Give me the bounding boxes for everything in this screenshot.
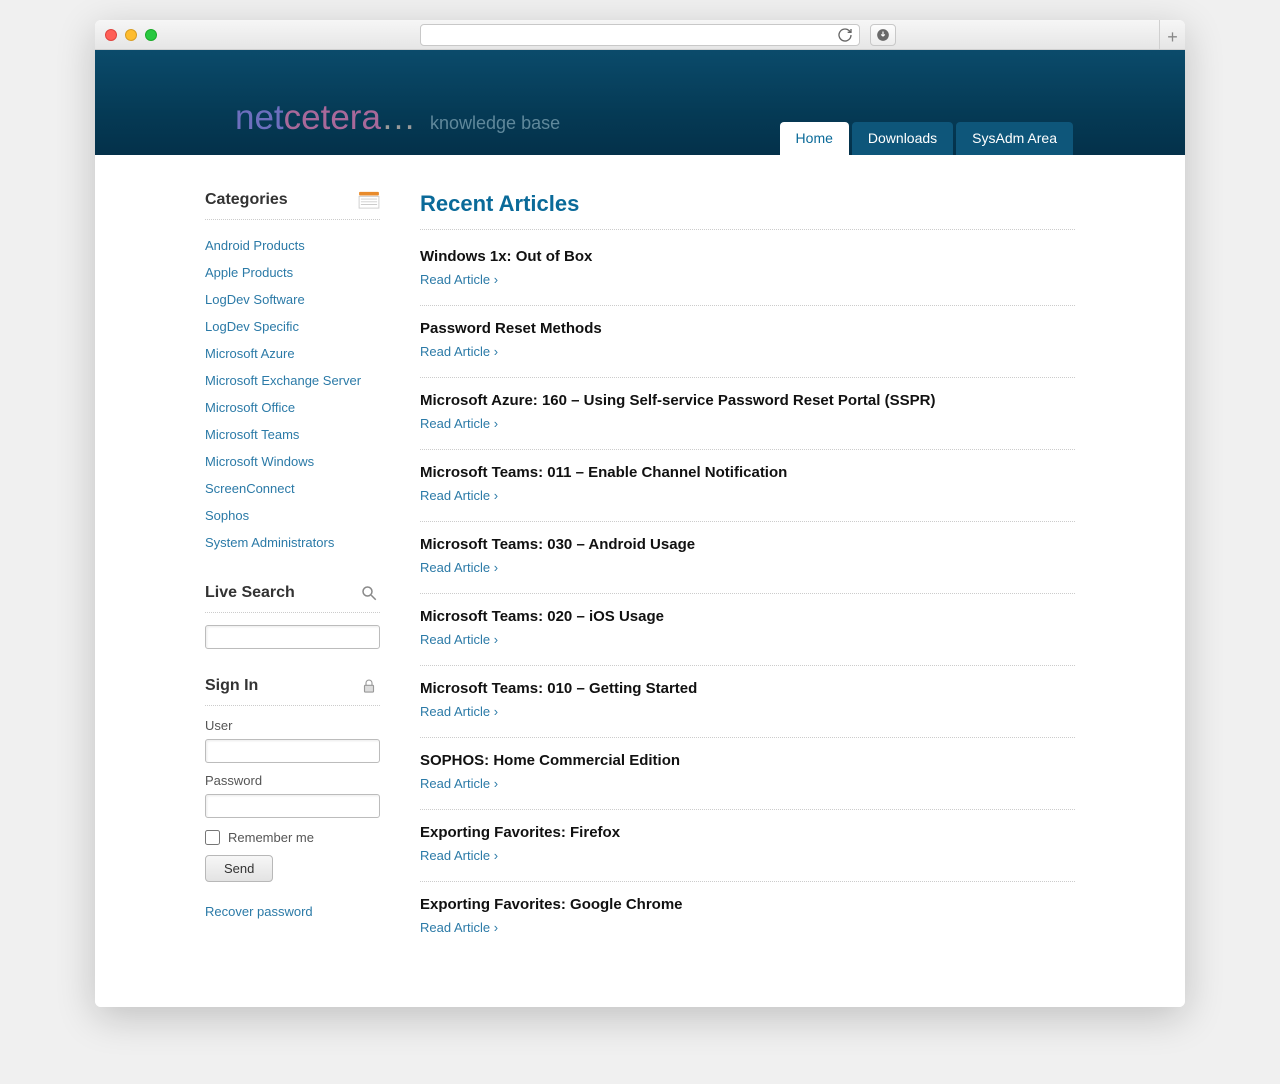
categories-icon [358,191,380,209]
read-article-link[interactable]: Read Article › [420,272,498,287]
article-title: Microsoft Teams: 020 – iOS Usage [420,608,1075,625]
read-article-link[interactable]: Read Article › [420,416,498,431]
signin-title-text: Sign In [205,677,258,695]
category-item[interactable]: ScreenConnect [205,475,380,502]
user-input[interactable] [205,739,380,763]
lock-icon [358,677,380,695]
article-item: Microsoft Teams: 010 – Getting Started R… [420,680,1075,738]
article-item: Microsoft Azure: 160 – Using Self-servic… [420,392,1075,450]
article-item: Password Reset Methods Read Article › [420,320,1075,378]
reload-icon[interactable] [837,27,853,43]
category-item[interactable]: LogDev Software [205,286,380,313]
article-item: Windows 1x: Out of Box Read Article › [420,248,1075,306]
category-item[interactable]: System Administrators [205,529,380,556]
new-tab-button[interactable]: + [1159,20,1185,50]
brand-logo[interactable]: netcetera… [235,98,416,138]
article-title: Microsoft Teams: 011 – Enable Channel No… [420,464,1075,481]
article-item: SOPHOS: Home Commercial Edition Read Art… [420,752,1075,810]
search-heading: Live Search [205,584,380,613]
sidebar: Categories Android Products Apple Produc… [205,191,380,967]
article-title: Microsoft Teams: 030 – Android Usage [420,536,1075,553]
remember-row: Remember me [205,830,380,845]
read-article-link[interactable]: Read Article › [420,560,498,575]
site-header: netcetera… knowledge base Home Downloads… [95,50,1185,155]
read-article-link[interactable]: Read Article › [420,848,498,863]
read-article-link[interactable]: Read Article › [420,704,498,719]
remember-checkbox[interactable] [205,830,220,845]
nav-tabs: Home Downloads SysAdm Area [780,122,1073,155]
article-title: Exporting Favorites: Firefox [420,824,1075,841]
category-item[interactable]: Apple Products [205,259,380,286]
download-icon [876,28,890,42]
categories-heading: Categories [205,191,380,220]
search-input[interactable] [205,625,380,649]
brand-dots: … [381,98,416,137]
tagline: knowledge base [430,113,560,134]
read-article-link[interactable]: Read Article › [420,776,498,791]
category-item[interactable]: Microsoft Windows [205,448,380,475]
main-content: Recent Articles Windows 1x: Out of Box R… [420,191,1075,967]
tab-home[interactable]: Home [780,122,849,155]
article-item: Exporting Favorites: Google Chrome Read … [420,896,1075,953]
article-title: Password Reset Methods [420,320,1075,337]
category-item[interactable]: LogDev Specific [205,313,380,340]
article-item: Exporting Favorites: Firefox Read Articl… [420,824,1075,882]
password-label: Password [205,773,380,788]
address-bar[interactable] [420,24,860,46]
article-item: Microsoft Teams: 011 – Enable Channel No… [420,464,1075,522]
read-article-link[interactable]: Read Article › [420,920,498,935]
read-article-link[interactable]: Read Article › [420,488,498,503]
signin-heading: Sign In [205,677,380,706]
password-input[interactable] [205,794,380,818]
categories-title-text: Categories [205,191,288,209]
page-heading: Recent Articles [420,191,1075,217]
downloads-button[interactable] [870,24,896,46]
article-item: Microsoft Teams: 020 – iOS Usage Read Ar… [420,608,1075,666]
category-item[interactable]: Microsoft Teams [205,421,380,448]
close-window-button[interactable] [105,29,117,41]
article-title: SOPHOS: Home Commercial Edition [420,752,1075,769]
titlebar: + [95,20,1185,50]
article-title: Microsoft Azure: 160 – Using Self-servic… [420,392,1075,409]
recover-password-link[interactable]: Recover password [205,904,380,919]
maximize-window-button[interactable] [145,29,157,41]
content-area: Categories Android Products Apple Produc… [95,155,1185,1007]
search-icon [358,584,380,602]
category-item[interactable]: Microsoft Azure [205,340,380,367]
user-label: User [205,718,380,733]
article-title: Windows 1x: Out of Box [420,248,1075,265]
brand-part-cetera: cetera [284,98,381,137]
read-article-link[interactable]: Read Article › [420,632,498,647]
category-item[interactable]: Microsoft Office [205,394,380,421]
remember-label: Remember me [228,830,314,845]
category-item[interactable]: Microsoft Exchange Server [205,367,380,394]
brand-part-net: net [235,98,284,137]
category-list: Android Products Apple Products LogDev S… [205,232,380,556]
read-article-link[interactable]: Read Article › [420,344,498,359]
browser-window: + netcetera… knowledge base Home Downloa… [95,20,1185,1007]
minimize-window-button[interactable] [125,29,137,41]
category-item[interactable]: Sophos [205,502,380,529]
send-button[interactable]: Send [205,855,273,882]
category-item[interactable]: Android Products [205,232,380,259]
search-title-text: Live Search [205,584,295,602]
tab-downloads[interactable]: Downloads [852,122,953,155]
article-title: Exporting Favorites: Google Chrome [420,896,1075,913]
window-controls [105,29,157,41]
tab-sysadm[interactable]: SysAdm Area [956,122,1073,155]
article-item: Microsoft Teams: 030 – Android Usage Rea… [420,536,1075,594]
divider [420,229,1075,230]
article-title: Microsoft Teams: 010 – Getting Started [420,680,1075,697]
